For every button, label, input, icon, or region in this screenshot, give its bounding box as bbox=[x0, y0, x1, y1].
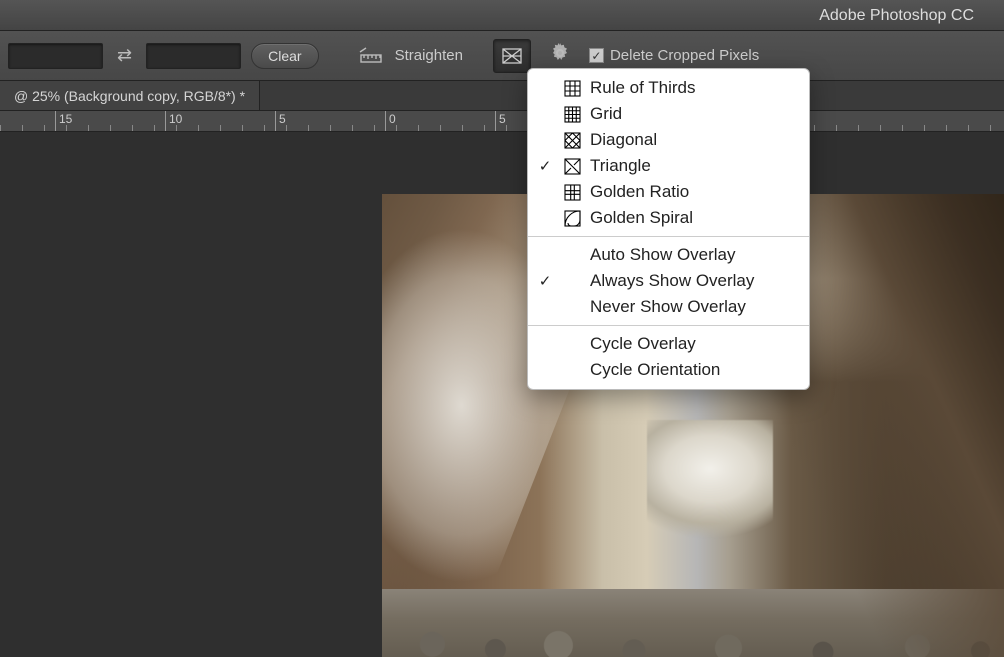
menu-item-label: Golden Spiral bbox=[590, 208, 693, 228]
menu-item-cycle-overlay[interactable]: Cycle Overlay bbox=[528, 331, 809, 357]
document-tab[interactable]: @ 25% (Background copy, RGB/8*) * bbox=[0, 81, 260, 110]
checkbox-icon: ✓ bbox=[589, 48, 604, 63]
menu-item-label: Auto Show Overlay bbox=[590, 245, 736, 265]
overlay-options-button[interactable] bbox=[493, 39, 531, 73]
menu-separator bbox=[528, 325, 809, 326]
menu-separator bbox=[528, 236, 809, 237]
menu-item-triangle[interactable]: ✓ Triangle bbox=[528, 153, 809, 179]
menu-item-grid[interactable]: Grid bbox=[528, 101, 809, 127]
menu-item-label: Never Show Overlay bbox=[590, 297, 746, 317]
app-titlebar: Adobe Photoshop CC bbox=[0, 0, 1004, 31]
check-icon: ✓ bbox=[536, 272, 554, 290]
ruler-tick: 5 bbox=[495, 111, 506, 132]
ruler-tick: 15 bbox=[55, 111, 72, 132]
app-title: Adobe Photoshop CC bbox=[819, 7, 974, 24]
menu-item-label: Grid bbox=[590, 104, 622, 124]
crop-settings-button[interactable] bbox=[541, 42, 579, 70]
delete-cropped-checkbox-wrap[interactable]: ✓ Delete Cropped Pixels bbox=[589, 47, 759, 64]
menu-item-label: Triangle bbox=[590, 156, 651, 176]
menu-item-label: Always Show Overlay bbox=[590, 271, 754, 291]
golden-ratio-icon bbox=[562, 184, 582, 201]
crop-width-input[interactable] bbox=[8, 43, 103, 69]
menu-item-cycle-orientation[interactable]: Cycle Orientation bbox=[528, 357, 809, 383]
diagonal-icon bbox=[562, 132, 582, 149]
menu-item-label: Cycle Orientation bbox=[590, 360, 720, 380]
menu-item-label: Diagonal bbox=[590, 130, 657, 150]
thirds-icon bbox=[562, 80, 582, 97]
menu-item-label: Golden Ratio bbox=[590, 182, 689, 202]
overlay-options-menu: Rule of Thirds Grid Diagonal ✓ Triangle … bbox=[527, 68, 810, 390]
clear-button[interactable]: Clear bbox=[251, 43, 318, 69]
menu-item-golden-spiral[interactable]: Golden Spiral bbox=[528, 205, 809, 231]
menu-item-golden-ratio[interactable]: Golden Ratio bbox=[528, 179, 809, 205]
golden-spiral-icon bbox=[562, 210, 582, 227]
menu-item-auto-show-overlay[interactable]: Auto Show Overlay bbox=[528, 242, 809, 268]
swap-dimensions-icon[interactable]: ⇄ bbox=[113, 45, 136, 66]
document-tab-label: @ 25% (Background copy, RGB/8*) * bbox=[14, 88, 245, 104]
delete-cropped-label: Delete Cropped Pixels bbox=[610, 47, 759, 64]
menu-item-diagonal[interactable]: Diagonal bbox=[528, 127, 809, 153]
menu-item-never-show-overlay[interactable]: Never Show Overlay bbox=[528, 294, 809, 320]
straighten-label: Straighten bbox=[395, 47, 463, 64]
menu-item-label: Cycle Overlay bbox=[590, 334, 696, 354]
check-icon: ✓ bbox=[536, 157, 554, 175]
menu-item-always-show-overlay[interactable]: ✓ Always Show Overlay bbox=[528, 268, 809, 294]
document-tab-bar: @ 25% (Background copy, RGB/8*) * bbox=[0, 81, 1004, 110]
ruler-tick: 5 bbox=[275, 111, 286, 132]
straighten-icon[interactable] bbox=[357, 42, 385, 70]
grid-icon bbox=[562, 106, 582, 123]
ruler-tick: 10 bbox=[165, 111, 182, 132]
horizontal-ruler[interactable]: 15 10 5 0 5 bbox=[0, 110, 1004, 132]
ruler-tick: 0 bbox=[385, 111, 396, 132]
menu-item-label: Rule of Thirds bbox=[590, 78, 696, 98]
crop-height-input[interactable] bbox=[146, 43, 241, 69]
menu-item-rule-of-thirds[interactable]: Rule of Thirds bbox=[528, 75, 809, 101]
triangle-icon bbox=[562, 158, 582, 175]
options-toolbar: ⇄ Clear Straighten ✓ Delete Cropped Pixe… bbox=[0, 31, 1004, 81]
canvas-area[interactable] bbox=[0, 132, 1004, 657]
